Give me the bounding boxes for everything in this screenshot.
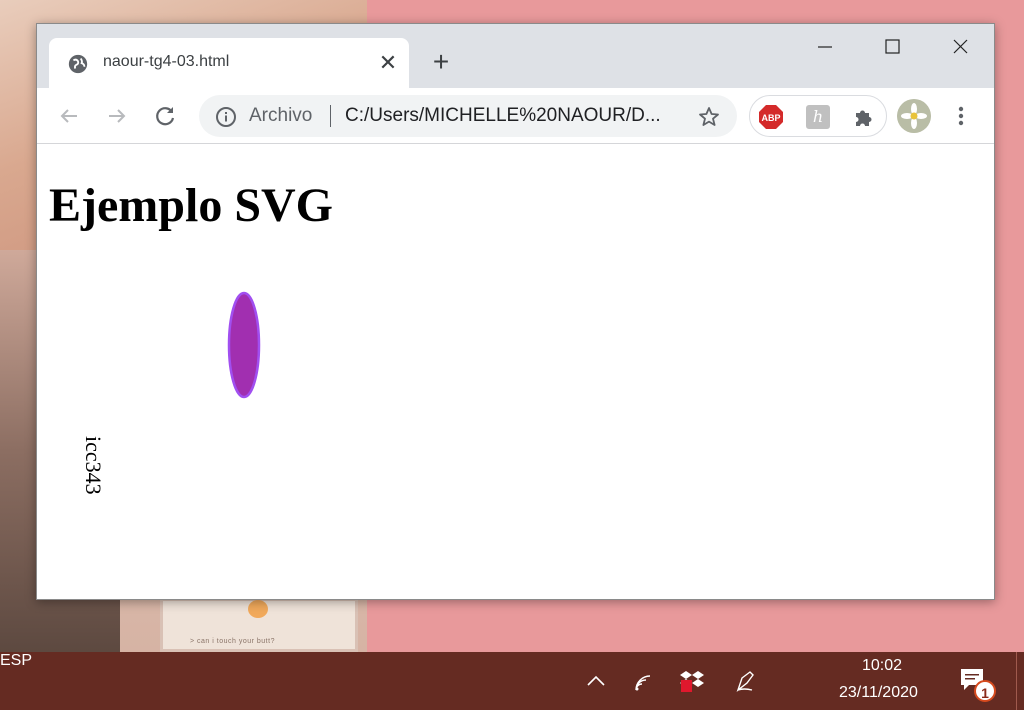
tab-title: naour-tg4-03.html — [103, 53, 230, 70]
wallpaper-caption: > can i touch your butt? — [190, 638, 275, 645]
profile-avatar[interactable] — [897, 99, 931, 133]
more-menu-icon[interactable] — [949, 102, 973, 130]
language-indicator[interactable]: ESP — [0, 652, 32, 669]
chevron-up-icon[interactable] — [584, 668, 608, 694]
taskbar: ESP 10:02 23/11/2020 1 — [0, 652, 1024, 710]
svg-text:ABP: ABP — [761, 113, 780, 123]
url-text[interactable]: C:/Users/MICHELLE%20NAOUR/D... — [345, 105, 661, 127]
file-scheme-label: Archivo — [249, 105, 313, 126]
globe-icon — [68, 54, 88, 74]
wifi-icon[interactable] — [632, 668, 658, 694]
svg-drawing: icc343 — [81, 291, 261, 495]
bookmark-star-icon[interactable] — [697, 105, 721, 129]
rotated-text: icc343 — [81, 436, 106, 495]
peach-icon — [248, 600, 268, 618]
reload-icon[interactable] — [151, 102, 179, 130]
dropbox-icon[interactable] — [678, 668, 706, 694]
adblock-plus-icon[interactable]: ABP — [758, 104, 784, 130]
extensions-group: ABP h — [749, 95, 887, 137]
back-arrow-icon[interactable] — [55, 102, 83, 130]
maximize-icon[interactable] — [869, 32, 915, 62]
forward-arrow-icon[interactable] — [103, 102, 131, 130]
show-desktop-button[interactable] — [1016, 652, 1017, 710]
purple-ellipse — [227, 291, 261, 399]
minimize-icon[interactable] — [801, 32, 847, 62]
action-center-button[interactable]: 1 — [958, 666, 998, 706]
new-tab-button[interactable]: + — [427, 48, 455, 76]
title-bar: naour-tg4-03.html ✕ + — [37, 24, 994, 88]
browser-tab[interactable]: naour-tg4-03.html ✕ — [49, 38, 409, 88]
page-viewport: Ejemplo SVG icc343 — [37, 144, 994, 599]
browser-window: naour-tg4-03.html ✕ + Archivo C:/Users/M… — [36, 23, 995, 600]
daisy-icon — [897, 99, 931, 133]
puzzle-icon[interactable] — [852, 105, 876, 129]
browser-toolbar: Archivo C:/Users/MICHELLE%20NAOUR/D... A… — [37, 88, 994, 144]
info-icon[interactable] — [215, 106, 237, 128]
address-bar[interactable]: Archivo C:/Users/MICHELLE%20NAOUR/D... — [199, 95, 737, 137]
tab-close-icon[interactable]: ✕ — [375, 50, 401, 76]
h-extension-icon[interactable]: h — [806, 105, 830, 129]
pen-icon[interactable] — [732, 668, 758, 694]
clock-date[interactable]: 23/11/2020 — [839, 684, 918, 702]
close-window-icon[interactable] — [937, 32, 983, 62]
notification-badge: 1 — [974, 680, 996, 702]
clock-time[interactable]: 10:02 — [862, 657, 902, 675]
omnibox-divider — [330, 105, 331, 127]
